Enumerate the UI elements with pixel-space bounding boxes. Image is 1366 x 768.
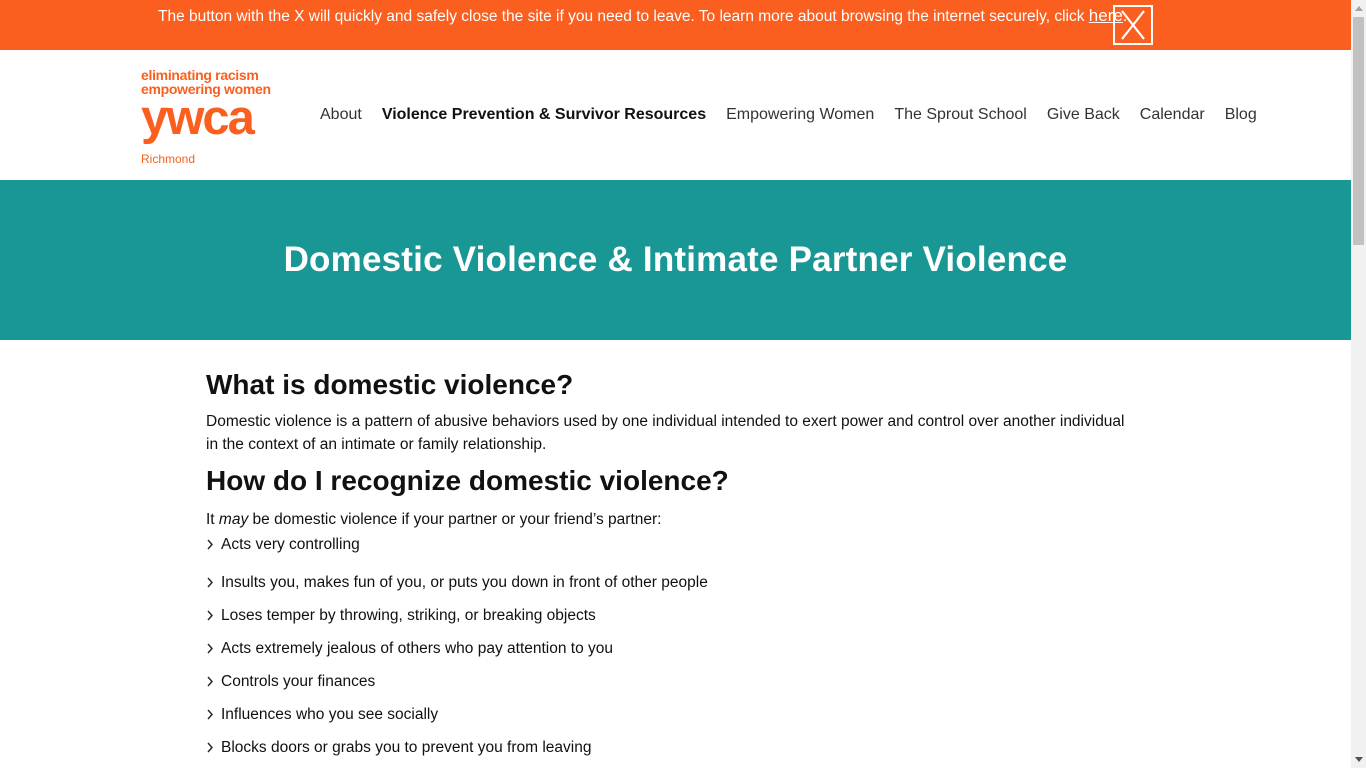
nav-item-blog[interactable]: Blog (1225, 105, 1257, 125)
logo-wordmark: ywca (141, 91, 255, 145)
list-item: Loses temper by throwing, striking, or b… (206, 599, 1136, 632)
nav-item-calendar[interactable]: Calendar (1140, 105, 1205, 125)
arrow-up-icon (1354, 6, 1363, 11)
alert-text: The button with the X will quickly and s… (158, 8, 1089, 25)
safety-alert-message: The button with the X will quickly and s… (158, 6, 1127, 27)
heading-what-is-dv: What is domestic violence? (206, 369, 574, 400)
chevron-right-icon (206, 709, 221, 720)
chevron-right-icon (206, 610, 221, 621)
scroll-up-button[interactable] (1351, 0, 1366, 17)
intro-text-end: be domestic violence if your partner or … (248, 511, 662, 528)
list-item-text: Acts very controlling (221, 535, 360, 553)
nav-item-violence-prevention[interactable]: Violence Prevention & Survivor Resources (382, 105, 706, 125)
scrollbar-thumb[interactable] (1353, 17, 1364, 245)
list-item: Blocks doors or grabs you to prevent you… (206, 731, 1136, 764)
page-scrollbar[interactable] (1351, 0, 1366, 768)
list-item-text: Controls your finances (221, 672, 376, 690)
list-item-text: Acts extremely jealous of others who pay… (221, 639, 614, 657)
intro-emphasis: may (218, 511, 249, 528)
ywca-logo[interactable]: eliminating racism empowering women ywca… (141, 68, 293, 168)
scroll-down-button[interactable] (1351, 751, 1366, 768)
list-item-text: Insults you, makes fun of you, or puts y… (221, 573, 708, 591)
safety-alert-bar: The button with the X will quickly and s… (0, 0, 1351, 50)
list-item-text: Influences who you see socially (221, 705, 439, 723)
chevron-right-icon (206, 577, 221, 588)
main-content: What is domestic violence? Domestic viol… (206, 340, 1136, 764)
nav-item-about[interactable]: About (320, 105, 362, 125)
nav-item-sprout-school[interactable]: The Sprout School (894, 105, 1027, 125)
paragraph-intro: It may be domestic violence if your part… (206, 508, 1136, 531)
chevron-right-icon (206, 742, 221, 753)
chevron-right-icon (206, 676, 221, 687)
arrow-down-icon (1354, 757, 1363, 762)
chevron-right-icon (206, 643, 221, 654)
site-header: eliminating racism empowering women ywca… (0, 50, 1351, 180)
page-title: Domestic Violence & Intimate Partner Vio… (283, 240, 1068, 279)
page-hero: Domestic Violence & Intimate Partner Vio… (0, 180, 1351, 340)
list-item: Insults you, makes fun of you, or puts y… (206, 566, 1136, 599)
nav-item-empowering-women[interactable]: Empowering Women (726, 105, 874, 125)
list-item-text: Loses temper by throwing, striking, or b… (221, 606, 596, 624)
nav-item-give-back[interactable]: Give Back (1047, 105, 1120, 125)
list-item: Acts extremely jealous of others who pay… (206, 632, 1136, 665)
list-item: Influences who you see socially (206, 698, 1136, 731)
close-x-icon (1121, 10, 1145, 40)
list-item-text: Blocks doors or grabs you to prevent you… (221, 738, 592, 756)
chevron-right-icon (206, 539, 221, 550)
intro-text-start: It (206, 511, 219, 528)
warning-signs-list: Acts very controlling Insults you, makes… (206, 533, 1136, 764)
list-item: Controls your finances (206, 665, 1136, 698)
quick-exit-button[interactable] (1113, 5, 1153, 45)
logo-city: Richmond (141, 152, 196, 166)
paragraph-definition: Domestic violence is a pattern of abusiv… (206, 413, 1125, 453)
list-item: Acts very controlling (206, 533, 1136, 556)
heading-recognize-dv: How do I recognize domestic violence? (206, 465, 729, 496)
main-nav: About Violence Prevention & Survivor Res… (320, 105, 1257, 125)
